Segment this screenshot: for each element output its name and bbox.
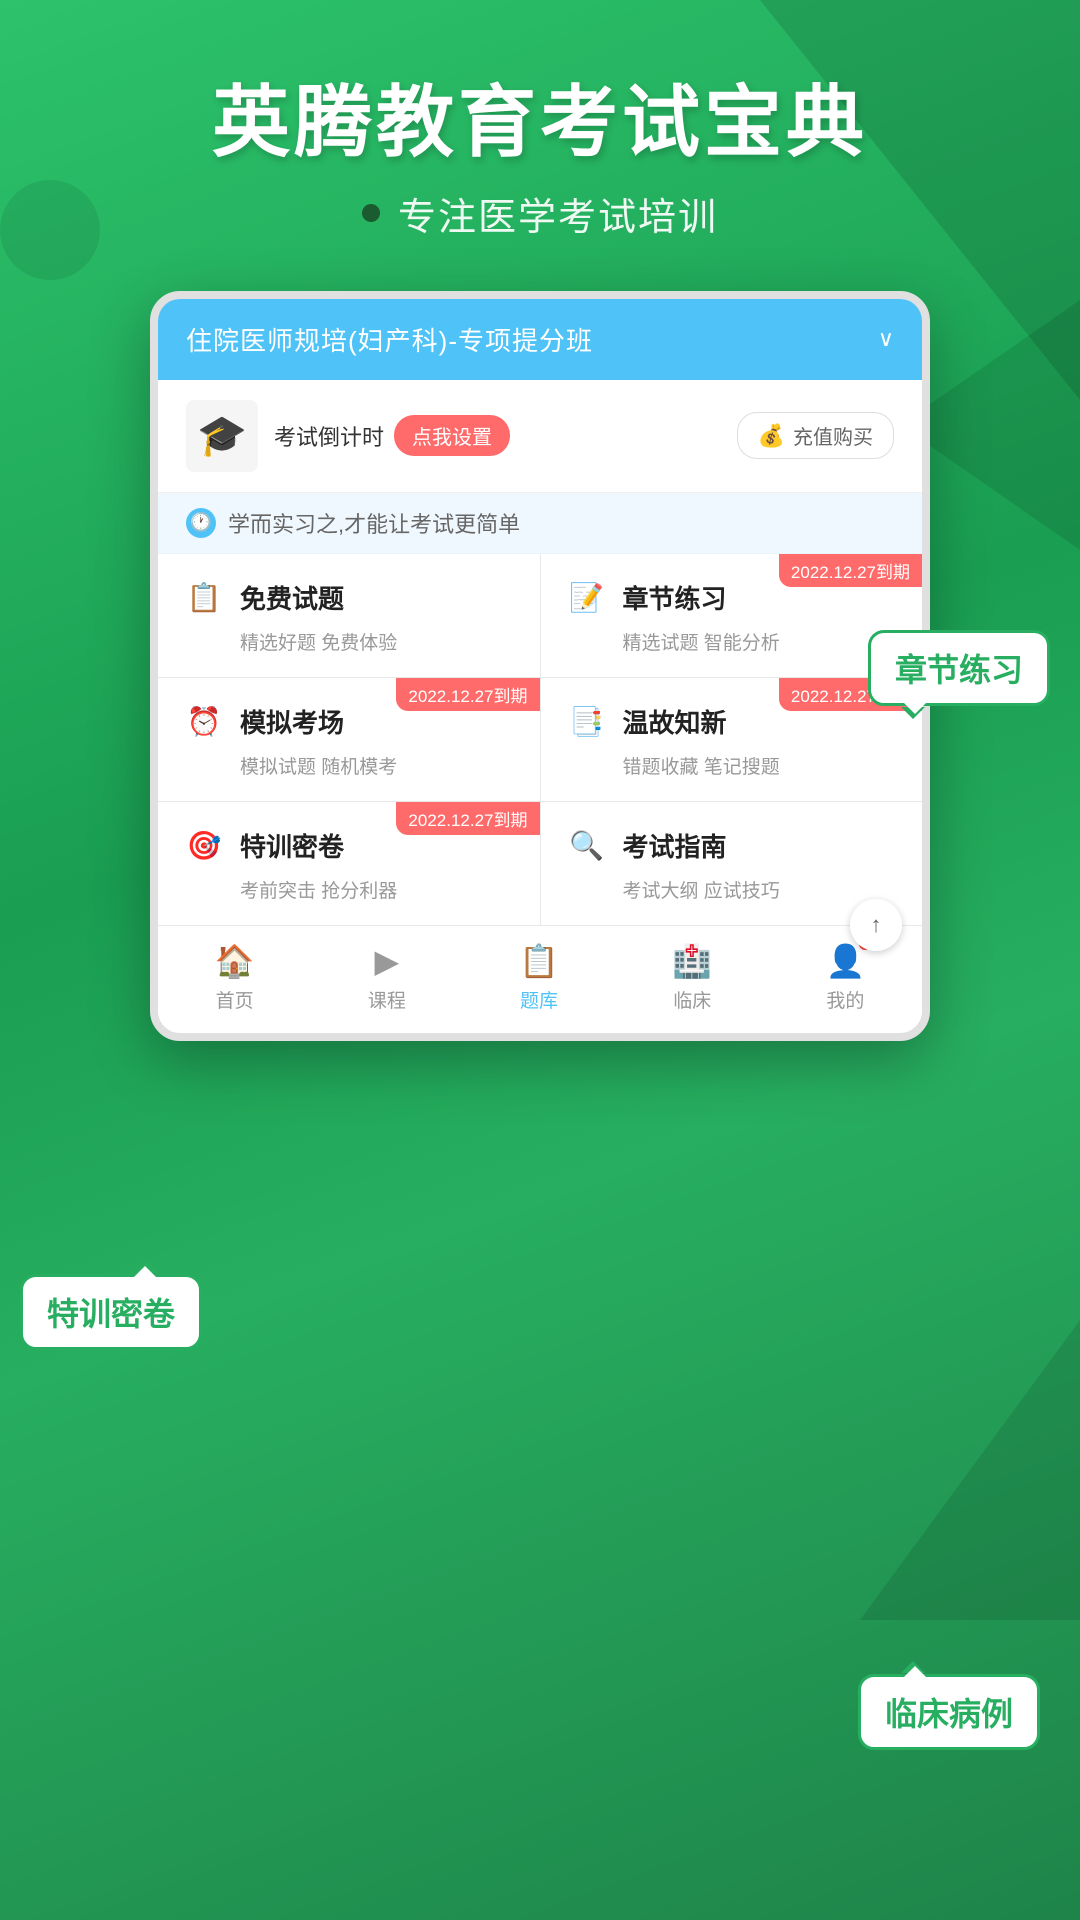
nav-label-course: 课程	[368, 986, 406, 1013]
coin-icon: 💰	[758, 423, 785, 449]
header-section: 英腾教育考试宝典 专注医学考试培训	[0, 0, 1080, 271]
card-title-free-questions: 免费试题	[240, 579, 344, 616]
nav-label-home: 首页	[216, 986, 254, 1013]
nav-item-course[interactable]: ▶ 课程	[368, 942, 406, 1013]
card-desc-secret-exam: 考前突击 抢分利器	[182, 876, 516, 903]
nav-item-clinical[interactable]: 🏥 临床	[672, 942, 712, 1013]
card-secret-exam[interactable]: 2022.12.27到期 🎯 特训密卷 考前突击 抢分利器	[158, 802, 540, 925]
bottom-nav: 🏠 首页 ▶ 课程 📋 题库 🏥 临床 👤 我的	[158, 925, 922, 1033]
card-title-review: 温故知新	[623, 703, 727, 740]
dropdown-arrow-icon[interactable]: ∨	[878, 326, 894, 352]
nav-icon-home: 🏠	[215, 942, 255, 980]
card-title-chapter-practice: 章节练习	[623, 579, 727, 616]
card-free-questions[interactable]: 📋 免费试题 精选好题 免费体验	[158, 554, 540, 677]
callout-chapter-text: 章节练习	[895, 652, 1023, 688]
card-icon-exam-guide: 🔍	[565, 824, 609, 868]
card-desc-mock-exam: 模拟试题 随机模考	[182, 752, 516, 779]
nav-icon-mine: 👤	[825, 942, 865, 980]
nav-label-mine: 我的	[826, 986, 864, 1013]
card-desc-free-questions: 精选好题 免费体验	[182, 628, 516, 655]
app-header: 住院医师规培(妇产科)-专项提分班 ∨	[158, 299, 922, 380]
card-desc-chapter-practice: 精选试题 智能分析	[565, 628, 899, 655]
nav-icon-clinical: 🏥	[672, 942, 712, 980]
phone-mockup: 住院医师规培(妇产科)-专项提分班 ∨ 🎓 考试倒计时 点我设置 💰 充值购买 …	[150, 291, 930, 1041]
card-title-mock-exam: 模拟考场	[240, 703, 344, 740]
nav-icon-questions: 📋	[519, 942, 559, 980]
card-desc-exam-guide: 考试大纲 应试技巧	[565, 876, 899, 903]
card-chapter-practice[interactable]: 2022.12.27到期 📝 章节练习 精选试题 智能分析	[541, 554, 923, 677]
motto-bar: 🕐 学而实习之,才能让考试更简单	[158, 493, 922, 554]
card-title-exam-guide: 考试指南	[623, 827, 727, 864]
bg-decoration-bottom-right	[860, 1320, 1080, 1620]
recharge-button[interactable]: 💰 充值购买	[737, 412, 894, 459]
card-icon-free-questions: 📋	[182, 576, 226, 620]
exam-countdown: 考试倒计时 点我设置	[274, 415, 510, 456]
recharge-label: 充值购买	[793, 421, 873, 450]
card-title-secret-exam: 特训密卷	[240, 827, 344, 864]
callout-secret: 特训密卷	[20, 1274, 202, 1350]
card-icon-row-free-questions: 📋 免费试题	[182, 576, 516, 620]
callout-chapter: 章节练习	[868, 630, 1050, 706]
expiry-badge-secret-exam: 2022.12.27到期	[396, 802, 539, 835]
expiry-badge-chapter-practice: 2022.12.27到期	[779, 554, 922, 587]
nav-icon-course: ▶	[375, 942, 400, 980]
expiry-badge-mock-exam: 2022.12.27到期	[396, 678, 539, 711]
avatar: 🎓	[186, 400, 258, 472]
nav-item-home[interactable]: 🏠 首页	[215, 942, 255, 1013]
nav-item-mine[interactable]: 👤 我的	[825, 942, 865, 1013]
callout-clinical: 临床病例	[858, 1674, 1040, 1750]
nav-label-questions: 题库	[520, 986, 558, 1013]
card-mock-exam[interactable]: 2022.12.27到期 ⏰ 模拟考场 模拟试题 随机模考	[158, 678, 540, 801]
sub-title: 专注医学考试培训	[398, 186, 718, 241]
card-icon-row-exam-guide: 🔍 考试指南	[565, 824, 899, 868]
nav-item-questions[interactable]: 📋 题库	[519, 942, 559, 1013]
countdown-label: 考试倒计时	[274, 420, 384, 452]
dot-indicator	[362, 204, 380, 222]
motto-text: 学而实习之,才能让考试更简单	[228, 507, 520, 539]
callout-secret-text: 特训密卷	[47, 1296, 175, 1332]
card-icon-mock-exam: ⏰	[182, 700, 226, 744]
card-review[interactable]: 2022.12.27到期 📑 温故知新 错题收藏 笔记搜题	[541, 678, 923, 801]
card-icon-review: 📑	[565, 700, 609, 744]
course-title: 住院医师规培(妇产科)-专项提分班	[186, 321, 593, 358]
phone-screen: 住院医师规培(妇产科)-专项提分班 ∨ 🎓 考试倒计时 点我设置 💰 充值购买 …	[150, 291, 930, 1041]
set-button[interactable]: 点我设置	[394, 415, 510, 456]
clock-icon: 🕐	[186, 508, 216, 538]
card-desc-review: 错题收藏 笔记搜题	[565, 752, 899, 779]
main-title: 英腾教育考试宝典	[60, 80, 1020, 166]
scroll-fab[interactable]: ↑	[850, 899, 902, 951]
user-left: 🎓 考试倒计时 点我设置	[186, 400, 510, 472]
user-section: 🎓 考试倒计时 点我设置 💰 充值购买	[158, 380, 922, 493]
card-icon-chapter-practice: 📝	[565, 576, 609, 620]
cards-grid: 📋 免费试题 精选好题 免费体验2022.12.27到期 📝 章节练习 精选试题…	[158, 554, 922, 925]
card-icon-secret-exam: 🎯	[182, 824, 226, 868]
nav-label-clinical: 临床	[673, 986, 711, 1013]
callout-clinical-text: 临床病例	[885, 1696, 1013, 1732]
